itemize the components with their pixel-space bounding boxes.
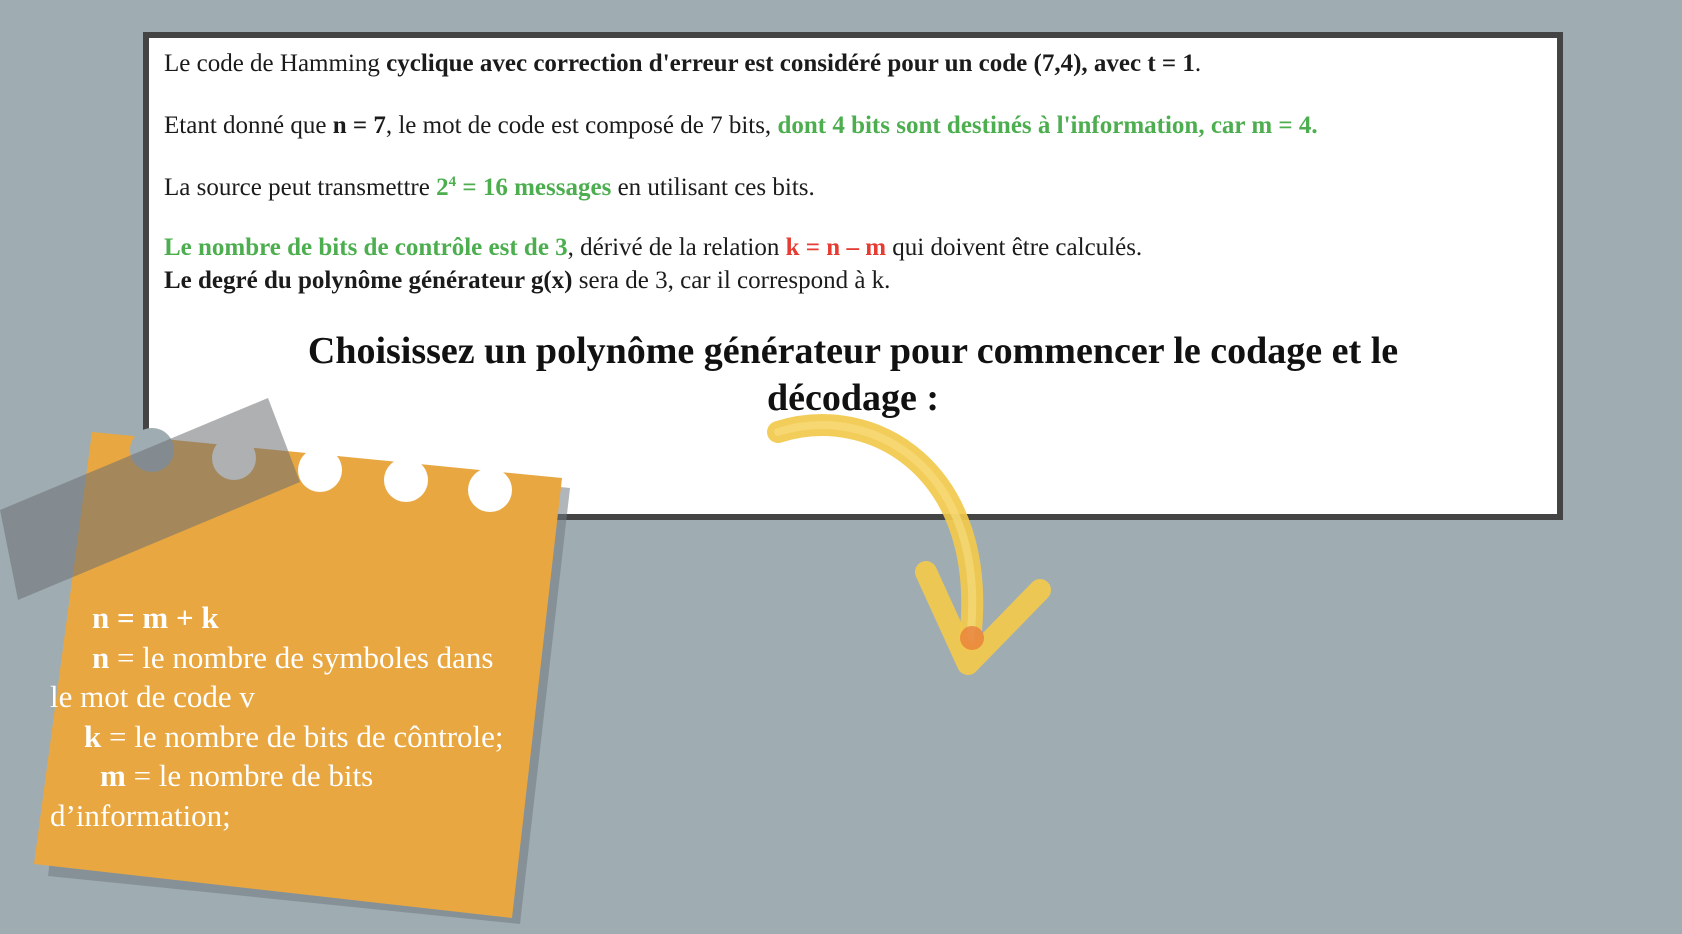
note-formula: n = m + k [92, 600, 219, 635]
note-symbol-k: k [84, 718, 102, 754]
note-hole [298, 448, 342, 492]
note-hole [384, 458, 428, 502]
note-line-m-cont: d’information; [50, 797, 231, 833]
note-line-k: k = le nombre de bits de côntrole; [50, 717, 570, 757]
note-hole [468, 468, 512, 512]
note-line-m: m = le nombre de bits [50, 756, 570, 796]
note-line-n-cont: le mot de code v [50, 679, 255, 714]
note-line-n: n = le nombre de symboles dans [50, 638, 570, 678]
note-content: n = m + k n = le nombre de symboles dans… [50, 598, 570, 835]
note-def-n: = le nombre de symboles dans [109, 639, 494, 675]
note-symbol-m: m [100, 758, 126, 793]
note-def-k: = le nombre de bits de côntrole; [101, 718, 504, 754]
note-def-m: = le nombre de bits [125, 758, 374, 793]
note-symbol-n: n [92, 639, 110, 675]
